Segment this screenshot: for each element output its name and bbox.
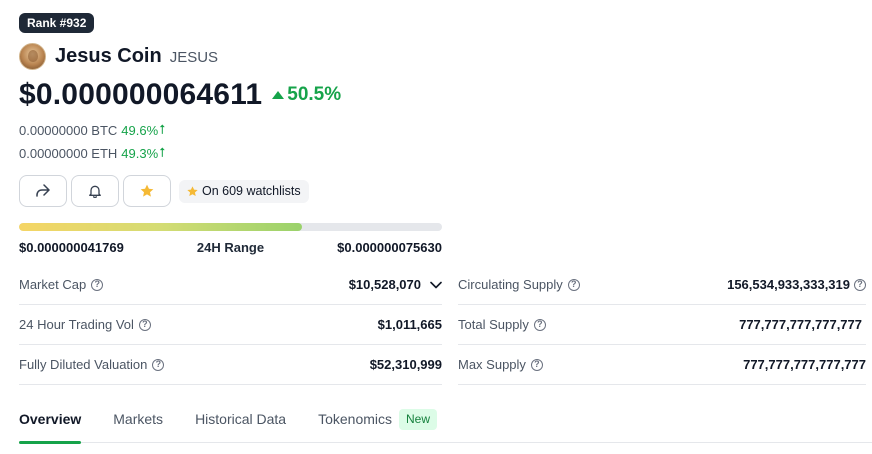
price-change-value: 50.5% <box>287 84 342 105</box>
stat-circulating-supply: Circulating Supply? 156,534,933,333,319? <box>458 265 866 305</box>
range-24h-bar <box>19 223 442 231</box>
stats-left: Market Cap? $10,528,070 24 Hour Trading … <box>19 265 442 385</box>
price-row: $0.000000064611 50.5% <box>19 78 341 112</box>
coin-symbol: JESUS <box>169 48 219 66</box>
btc-value: 0.00000000 BTC <box>19 122 118 138</box>
stat-max-supply: Max Supply? 777,777,777,777,777 <box>458 345 866 385</box>
watchlist-count: On 609 watchlists <box>179 179 309 203</box>
caret-up-icon <box>272 91 285 99</box>
stat-value: $52,310,999 <box>369 357 442 372</box>
stat-label: Total Supply <box>458 317 529 332</box>
new-badge: New <box>399 409 438 430</box>
info-icon[interactable]: ? <box>530 358 543 371</box>
action-bar: On 609 watchlists <box>19 175 309 207</box>
info-icon[interactable]: ? <box>91 278 104 291</box>
info-icon[interactable]: ? <box>138 318 151 331</box>
range-24h-label: 24H Range <box>196 240 265 255</box>
range-24h-high: $0.000000075630 <box>337 240 442 255</box>
info-icon[interactable]: ? <box>533 318 546 331</box>
star-icon <box>187 185 198 196</box>
eth-value: 0.00000000 ETH <box>19 145 118 161</box>
stat-trading-volume: 24 Hour Trading Vol? $1,011,665 <box>19 305 442 345</box>
stats-right: Circulating Supply? 156,534,933,333,319?… <box>458 265 866 385</box>
stat-label: Max Supply <box>458 357 526 372</box>
tab-historical-data[interactable]: Historical Data <box>195 400 286 443</box>
btc-price-row: 0.00000000 BTC 49.6% ⭡ <box>19 122 165 138</box>
info-icon[interactable]: ? <box>152 358 165 371</box>
stat-value: 777,777,777,777,777 <box>739 317 862 332</box>
stat-value: $10,528,070 <box>348 277 421 292</box>
info-icon[interactable]: ? <box>567 278 580 291</box>
range-24h-fill <box>19 223 303 231</box>
star-icon <box>140 184 154 197</box>
stat-market-cap: Market Cap? $10,528,070 <box>19 265 442 305</box>
btc-change: 49.6% <box>121 122 159 138</box>
price-alert-button[interactable] <box>71 175 119 207</box>
price-usd: $0.000000064611 <box>19 78 263 111</box>
coin-name: Jesus Coin <box>55 44 162 67</box>
watchlist-star-button[interactable] <box>123 175 171 207</box>
stat-total-supply: Total Supply? 777,777,777,777,777 <box>458 305 866 345</box>
price-change-24h: 50.5% <box>272 84 341 106</box>
range-24h-labels: $0.000000041769 24H Range $0.00000007563… <box>19 240 442 255</box>
watchlist-count-label: On 609 watchlists <box>202 184 301 198</box>
chevron-down-icon[interactable] <box>430 281 442 289</box>
tab-tokenomics[interactable]: Tokenomics New <box>318 400 438 443</box>
rank-badge: Rank #932 <box>19 13 95 33</box>
tab-markets[interactable]: Markets <box>113 400 163 443</box>
tab-bar: Overview Markets Historical Data Tokenom… <box>19 400 872 444</box>
eth-change: 49.3% <box>121 145 159 161</box>
stat-label: Circulating Supply <box>458 277 563 292</box>
stat-label: Fully Diluted Valuation <box>19 357 148 372</box>
eth-price-row: 0.00000000 ETH 49.3% ⭡ <box>19 145 165 161</box>
arrow-up-icon: ⭡ <box>159 145 166 160</box>
stat-fdv: Fully Diluted Valuation? $52,310,999 <box>19 345 442 385</box>
stat-value: $1,011,665 <box>377 317 442 332</box>
stat-label: 24 Hour Trading Vol <box>19 317 134 332</box>
arrow-up-icon: ⭡ <box>159 122 166 137</box>
coin-header: Jesus Coin JESUS <box>19 42 218 70</box>
share-icon <box>36 184 50 197</box>
stat-value: 156,534,933,333,319 <box>727 277 850 292</box>
range-24h-low: $0.000000041769 <box>19 240 124 255</box>
stat-value: 777,777,777,777,777 <box>743 357 866 372</box>
tab-label: Tokenomics <box>318 411 393 427</box>
info-icon[interactable]: ? <box>854 278 866 291</box>
bell-icon <box>89 185 101 198</box>
share-button[interactable] <box>19 175 67 207</box>
stat-label: Market Cap <box>19 277 87 292</box>
coin-logo <box>19 42 46 70</box>
tab-overview[interactable]: Overview <box>19 400 82 444</box>
